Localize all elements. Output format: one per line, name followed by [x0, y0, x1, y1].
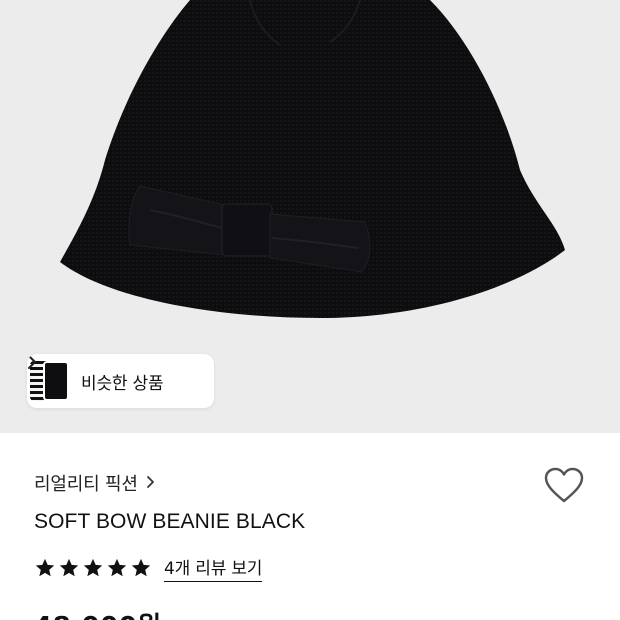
- view-reviews-link[interactable]: 4개 리뷰 보기: [164, 554, 262, 582]
- similar-products-button[interactable]: 비슷한 상품: [27, 354, 214, 408]
- chevron-right-icon: [146, 473, 155, 494]
- star-icon: [131, 558, 151, 577]
- star-icon: [83, 558, 103, 577]
- star-icon: [35, 558, 55, 577]
- heart-outline-icon[interactable]: [543, 466, 585, 506]
- rating-row: 4개 리뷰 보기: [34, 554, 262, 582]
- star-rating: [34, 557, 152, 579]
- brand-link[interactable]: 리얼리티 픽션: [34, 470, 155, 496]
- brand-name: 리얼리티 픽션: [34, 474, 138, 495]
- product-image[interactable]: 비슷한 상품: [0, 0, 620, 433]
- star-icon: [59, 558, 79, 577]
- similar-products-label: 비슷한 상품: [81, 373, 164, 394]
- product-title: SOFT BOW BEANIE BLACK: [34, 510, 306, 533]
- star-icon: [107, 558, 127, 577]
- product-price: 48,000원: [34, 606, 162, 620]
- black-beanie-thumbnail: [43, 361, 69, 401]
